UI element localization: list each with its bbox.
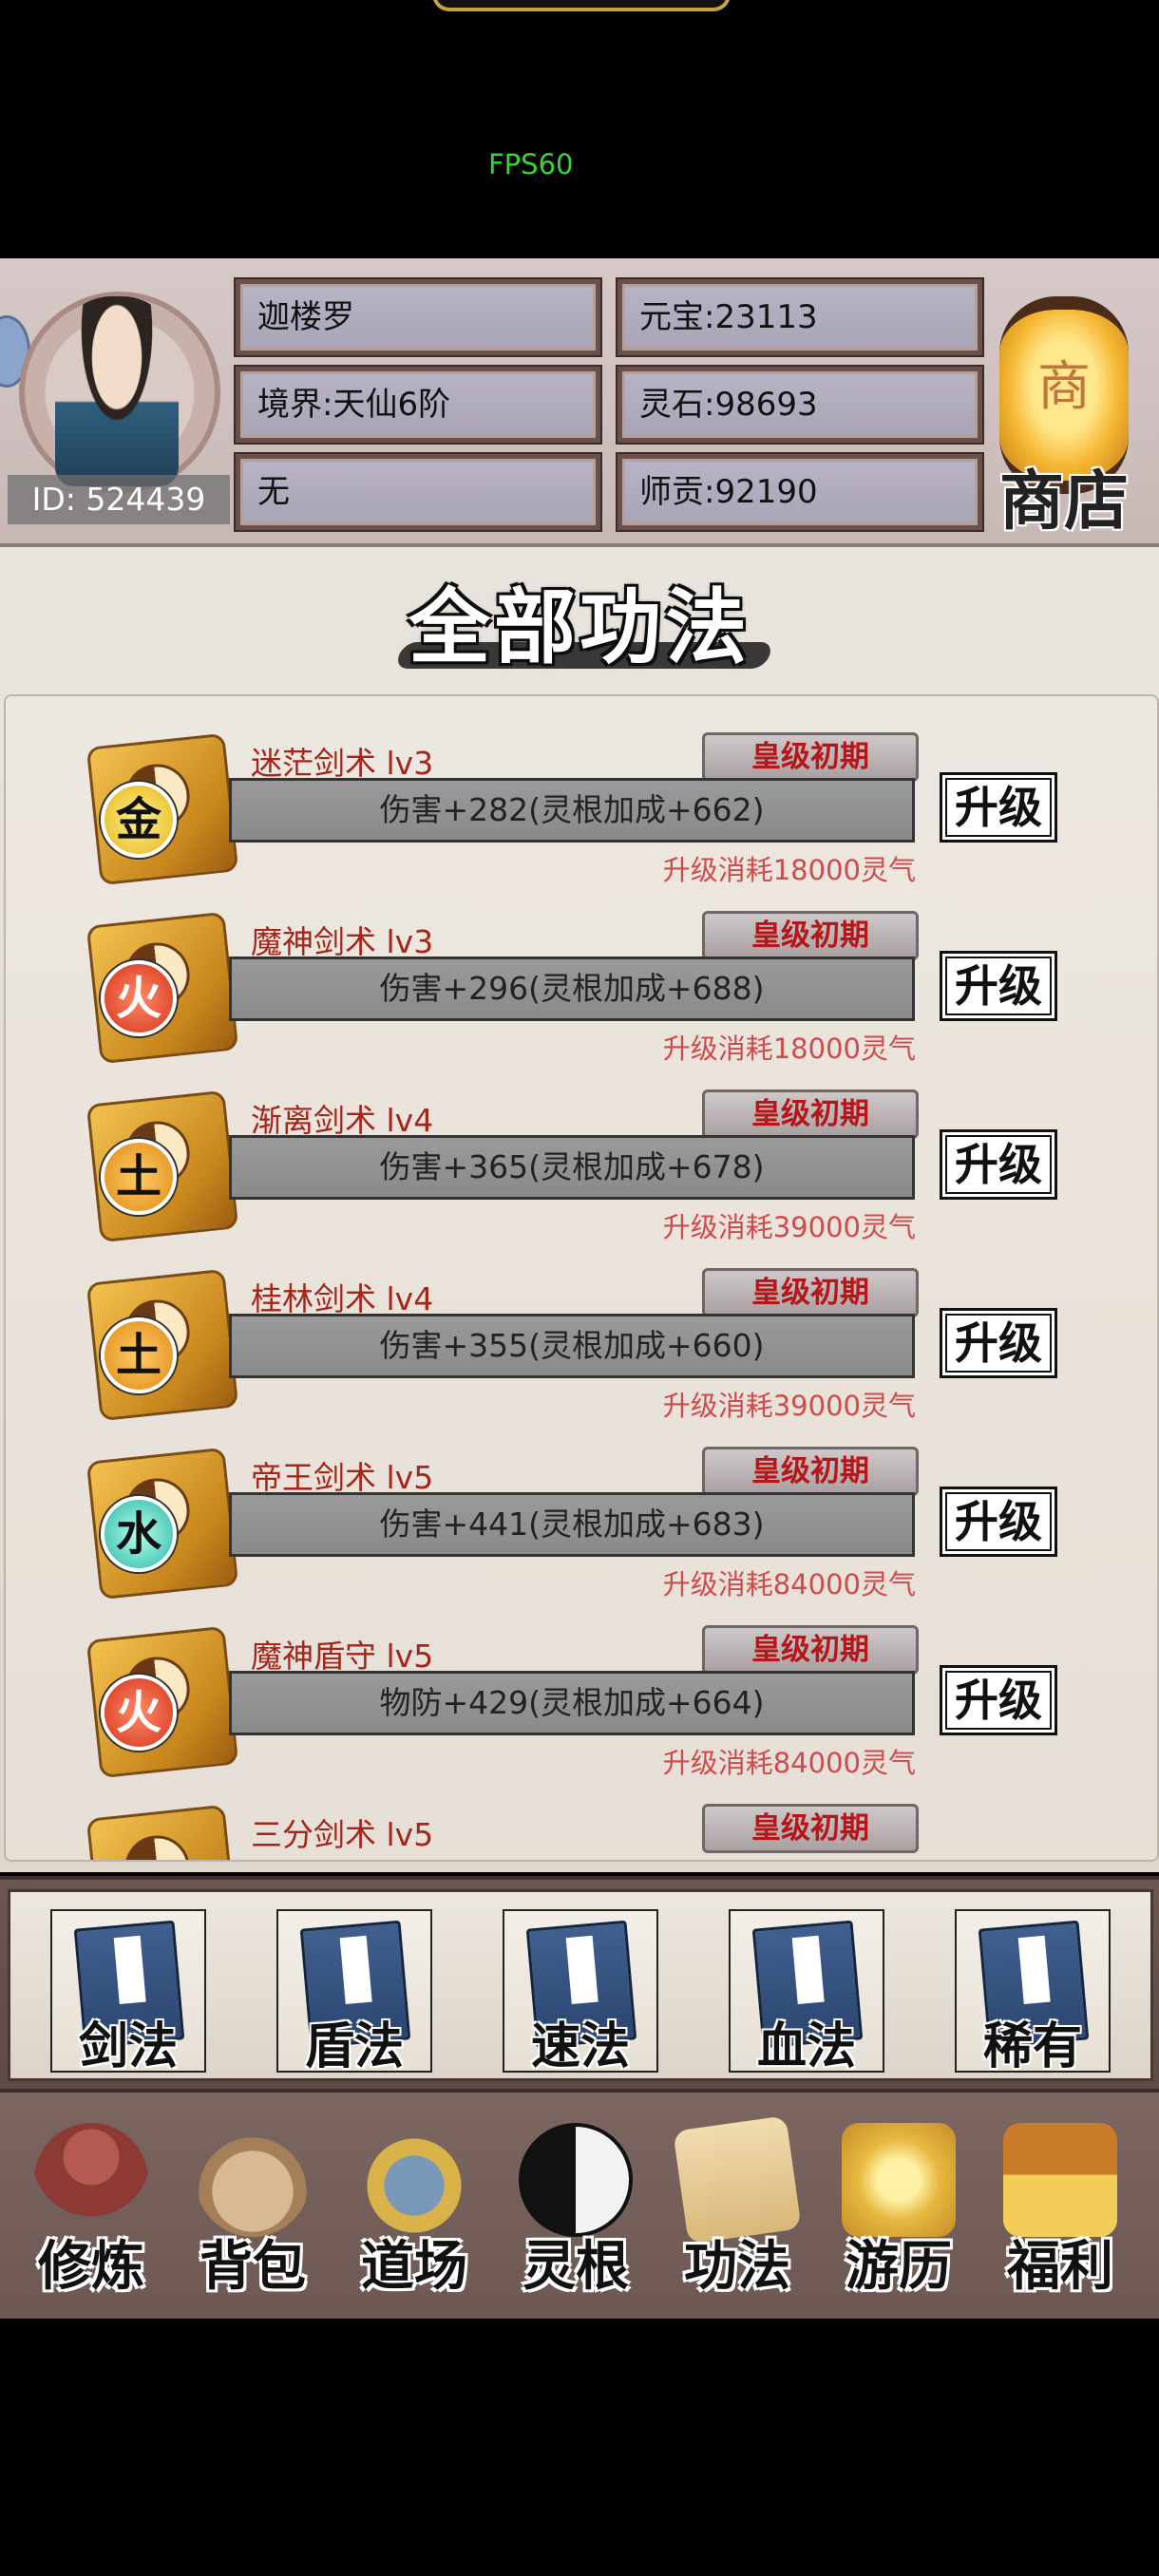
upgrade-button[interactable]: 升级 — [940, 1487, 1057, 1557]
nav-cultivate[interactable]: 修炼 — [11, 2100, 171, 2309]
skill-rank-badge: 皇级初期 — [702, 1089, 919, 1139]
skill-rank-badge: 皇级初期 — [702, 1447, 919, 1496]
skill-rank-badge: 皇级初期 — [702, 1804, 919, 1853]
skill-rank-badge: 皇级初期 — [702, 1268, 919, 1317]
nav-label: 灵根 — [522, 2235, 629, 2298]
tab-sword[interactable]: 剑法 — [50, 1909, 206, 2075]
skill-item: 土 渐离剑术 lv4 皇级初期 伤害+365(灵根加成+678) 升级消耗390… — [6, 1053, 1157, 1243]
upgrade-button[interactable]: 升级 — [940, 951, 1057, 1021]
nav-bag[interactable]: 背包 — [173, 2100, 332, 2309]
player-header: ID: 524439 迦楼罗 境界:天仙6阶 无 元宝:23113 灵石:986… — [0, 258, 1159, 547]
lingshi-currency: 灵石:98693 — [618, 367, 982, 443]
skill-name: 桂林剑术 lv4 — [251, 1280, 434, 1317]
nav-welfare[interactable]: 福利 — [980, 2100, 1140, 2309]
tab-label: 速法 — [530, 2017, 630, 2075]
tab-rare[interactable]: 稀有 — [955, 1909, 1111, 2075]
bottom-nav: 修炼 背包 道场 灵根 功法 游历 福利 — [0, 2090, 1159, 2319]
tab-label: 盾法 — [304, 2017, 404, 2075]
skill-rank-badge: 皇级初期 — [702, 1625, 919, 1675]
nav-skills[interactable]: 功法 — [657, 2100, 817, 2309]
player-name: 迦楼罗 — [236, 279, 600, 355]
nav-label: 修炼 — [38, 2235, 144, 2298]
skill-name: 迷茫剑术 lv3 — [251, 745, 434, 782]
skill-item: 火 魔神剑术 lv3 皇级初期 伤害+296(灵根加成+688) 升级消耗180… — [6, 875, 1157, 1065]
skill-stat: 伤害+365(灵根加成+678) — [229, 1135, 915, 1200]
map-icon — [842, 2123, 956, 2237]
skill-item: 三分剑术 lv5 皇级初期 — [6, 1768, 1157, 1860]
nav-travel[interactable]: 游历 — [819, 2100, 978, 2309]
skill-stat: 伤害+282(灵根加成+662) — [229, 778, 915, 843]
nav-label: 游历 — [846, 2235, 952, 2298]
nav-label: 福利 — [1007, 2235, 1113, 2298]
nav-dojo[interactable]: 道场 — [334, 2100, 494, 2309]
nav-label: 道场 — [361, 2235, 467, 2298]
avatar[interactable] — [19, 277, 220, 496]
nav-label: 背包 — [200, 2235, 306, 2298]
upgrade-button[interactable]: 升级 — [940, 1129, 1057, 1200]
tab-label: 稀有 — [982, 2017, 1082, 2075]
skill-stat: 伤害+441(灵根加成+683) — [229, 1492, 915, 1557]
skill-item: 水 帝王剑术 lv5 皇级初期 伤害+441(灵根加成+683) 升级消耗840… — [6, 1411, 1157, 1601]
skill-category-tabs: 剑法 盾法 速法 血法 稀有 — [0, 1876, 1159, 2093]
skill-list[interactable]: 金 迷茫剑术 lv3 皇级初期 伤害+282(灵根加成+662) 升级消耗180… — [4, 694, 1159, 1862]
skill-name: 魔神盾守 lv5 — [251, 1638, 434, 1675]
realm-level: 境界:天仙6阶 — [236, 367, 600, 443]
skill-rank-badge: 皇级初期 — [702, 732, 919, 782]
yinyang-icon — [122, 1832, 193, 1860]
player-id: ID: 524439 — [8, 475, 230, 524]
lantern-glyph: 商 — [1037, 356, 1091, 418]
shop-button[interactable]: 商店 — [988, 448, 1140, 542]
cultivator-icon — [34, 2123, 148, 2237]
skill-name: 魔神剑术 lv3 — [251, 923, 434, 960]
upgrade-button[interactable]: 升级 — [940, 1308, 1057, 1378]
element-badge-earth: 土 — [101, 1139, 177, 1215]
skills-page: 全部功法 金 迷茫剑术 lv3 皇级初期 伤害+282(灵根加成+662) 升级… — [0, 547, 1159, 1872]
skill-rank-badge: 皇级初期 — [702, 911, 919, 960]
skill-stat: 物防+429(灵根加成+664) — [229, 1671, 915, 1735]
skill-name: 三分剑术 lv5 — [251, 1816, 434, 1853]
shigong-currency: 师贡:92190 — [618, 454, 982, 530]
upgrade-button[interactable]: 升级 — [940, 1665, 1057, 1735]
yuanbao-currency: 元宝:23113 — [618, 279, 982, 355]
skill-item: 土 桂林剑术 lv4 皇级初期 伤害+355(灵根加成+660) 升级消耗390… — [6, 1232, 1157, 1422]
tab-shield[interactable]: 盾法 — [276, 1909, 432, 2075]
tab-label: 血法 — [756, 2017, 856, 2075]
top-handle — [432, 0, 731, 11]
treasure-chest-icon — [1003, 2123, 1117, 2237]
page-title: 全部功法 — [408, 579, 750, 675]
tab-label: 剑法 — [78, 2017, 178, 2075]
skill-name: 渐离剑术 lv4 — [251, 1102, 434, 1139]
tab-speed[interactable]: 速法 — [503, 1909, 658, 2075]
upgrade-button[interactable]: 升级 — [940, 772, 1057, 843]
skill-stat: 伤害+296(灵根加成+688) — [229, 957, 915, 1021]
bag-icon — [196, 2123, 310, 2237]
skill-item: 火 魔神盾守 lv5 皇级初期 物防+429(灵根加成+664) 升级消耗840… — [6, 1589, 1157, 1779]
yinyang-icon — [519, 2123, 633, 2237]
element-badge-fire: 火 — [101, 1675, 177, 1751]
skill-stat: 伤害+355(灵根加成+660) — [229, 1314, 915, 1378]
element-badge-earth: 土 — [101, 1317, 177, 1393]
nav-label: 功法 — [684, 2235, 790, 2298]
sect-name: 无 — [236, 454, 600, 530]
skill-item: 金 迷茫剑术 lv3 皇级初期 伤害+282(灵根加成+662) 升级消耗180… — [6, 696, 1157, 886]
tab-blood[interactable]: 血法 — [729, 1909, 884, 2075]
element-badge-water: 水 — [101, 1496, 177, 1572]
nav-spirit-root[interactable]: 灵根 — [496, 2100, 656, 2309]
tabs-panel: 剑法 盾法 速法 血法 稀有 — [8, 1889, 1153, 2081]
element-badge-metal: 金 — [101, 782, 177, 858]
skill-book-icon — [86, 1804, 239, 1860]
dojo-icon — [357, 2123, 471, 2237]
avatar-portrait — [55, 296, 179, 486]
element-badge-fire: 火 — [101, 960, 177, 1036]
fps-counter: FPS60 — [488, 148, 574, 180]
skill-name: 帝王剑术 lv5 — [251, 1459, 434, 1496]
